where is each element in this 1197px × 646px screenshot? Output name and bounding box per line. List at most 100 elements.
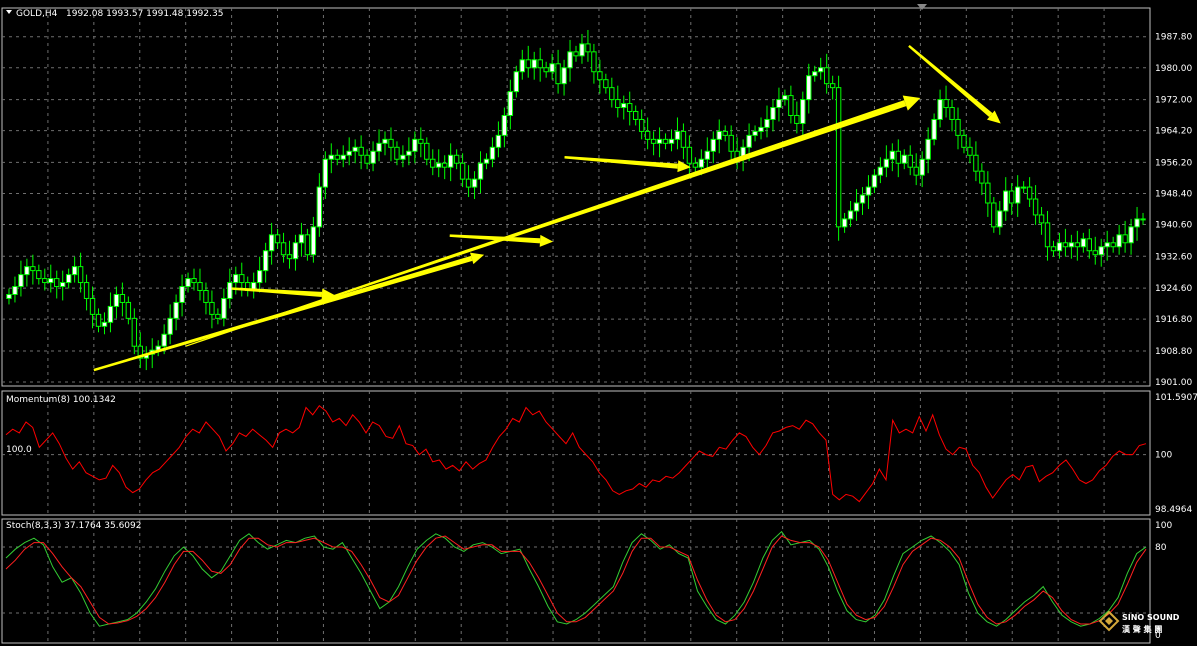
bear-candle-body bbox=[788, 95, 794, 116]
bear-candle-body bbox=[274, 234, 281, 244]
bull-candle-body bbox=[1104, 242, 1110, 248]
bear-candle-body bbox=[907, 154, 913, 168]
bull-candle-body bbox=[18, 274, 24, 288]
bull-candle-body bbox=[806, 75, 812, 101]
bear-candle-body bbox=[1122, 234, 1128, 244]
bear-candle-body bbox=[1062, 242, 1069, 248]
bull-candle-body bbox=[567, 51, 573, 69]
bull-candle-body bbox=[871, 174, 878, 188]
stochastic-label: Stoch(8,3,3) 37.1764 35.6092 bbox=[6, 521, 141, 531]
bear-candle-body bbox=[42, 278, 48, 284]
price-tick-label: 1932.60 bbox=[1155, 252, 1192, 262]
bull-candle-body bbox=[268, 234, 275, 252]
momentum-tick-label: 101.5907 bbox=[1155, 393, 1197, 403]
bull-candle-body bbox=[710, 138, 716, 152]
bull-candle-body bbox=[352, 146, 358, 152]
bull-candle-body bbox=[937, 99, 943, 120]
bear-candle-body bbox=[286, 254, 293, 260]
bear-candle-body bbox=[54, 278, 60, 288]
bull-candle-body bbox=[501, 114, 508, 136]
bear-candle-body bbox=[543, 67, 549, 73]
candle bbox=[835, 75, 842, 241]
price-tick-label: 1901.00 bbox=[1155, 378, 1192, 388]
price-header: GOLD,H4 1992.08 1993.57 1991.48 1992.35 bbox=[6, 9, 223, 19]
bull-candle-body bbox=[919, 158, 925, 176]
bull-candle-body bbox=[6, 293, 12, 299]
bear-candle-body bbox=[1032, 198, 1039, 216]
bear-candle-body bbox=[197, 282, 203, 292]
bull-candle-body bbox=[865, 186, 872, 196]
bear-candle-body bbox=[430, 158, 436, 168]
bull-candle-body bbox=[531, 59, 537, 69]
bear-candle-body bbox=[89, 297, 96, 315]
bear-candle-body bbox=[686, 146, 693, 164]
bull-candle-body bbox=[674, 130, 681, 140]
bull-candle-body bbox=[256, 270, 263, 284]
stochastic-tick-label: 80 bbox=[1155, 543, 1167, 553]
bull-candle-body bbox=[328, 154, 334, 160]
bear-candle-body bbox=[453, 154, 460, 164]
bear-candle-body bbox=[967, 146, 973, 156]
symbol-label: GOLD,H4 bbox=[16, 9, 58, 19]
bear-candle-body bbox=[1074, 242, 1081, 248]
bear-candle-body bbox=[30, 266, 36, 272]
momentum-tick-label: 100 bbox=[1155, 451, 1172, 461]
bull-candle-body bbox=[436, 162, 442, 168]
bear-candle-body bbox=[979, 170, 985, 184]
bull-candle-body bbox=[179, 286, 185, 303]
bull-candle-body bbox=[698, 158, 705, 168]
bull-candle-body bbox=[1020, 186, 1027, 189]
bear-candle-body bbox=[424, 142, 430, 160]
price-tick-label: 1956.20 bbox=[1155, 158, 1192, 168]
price-tick-label: 1987.80 bbox=[1155, 33, 1192, 43]
bull-candle-body bbox=[1080, 238, 1087, 248]
bull-candle-body bbox=[1098, 246, 1104, 256]
bear-candle-body bbox=[1009, 190, 1015, 204]
bull-candle-body bbox=[12, 286, 18, 295]
bull-candle-body bbox=[853, 202, 860, 212]
bull-candle-body bbox=[60, 282, 66, 288]
bull-candle-body bbox=[764, 118, 770, 128]
bear-candle-body bbox=[823, 67, 830, 85]
bear-candle-body bbox=[680, 130, 687, 148]
bull-candle-body bbox=[782, 95, 788, 101]
bear-candle-body bbox=[441, 162, 448, 168]
bear-candle-body bbox=[627, 103, 633, 113]
bull-candle-body bbox=[221, 297, 227, 319]
bull-candle-body bbox=[776, 99, 782, 109]
bull-candle-body bbox=[167, 317, 173, 335]
bear-candle-body bbox=[573, 51, 579, 57]
bull-candle-body bbox=[382, 138, 388, 144]
bear-candle-body bbox=[131, 317, 138, 347]
bull-candle-body bbox=[1128, 226, 1134, 244]
momentum-tick-label: 98.4964 bbox=[1155, 505, 1192, 515]
trading-chart[interactable]: 1987.80 1980.00 1972.00 1964.20 1956.20 1948.… bbox=[0, 0, 1197, 646]
bull-candle-body bbox=[262, 250, 269, 272]
bull-candle-body bbox=[489, 146, 496, 160]
bear-candle-body bbox=[644, 130, 651, 140]
bear-candle-body bbox=[280, 242, 287, 256]
bull-candle-body bbox=[370, 150, 376, 164]
bull-candle-body bbox=[340, 154, 346, 160]
bull-candle-body bbox=[1140, 218, 1146, 221]
bull-candle-body bbox=[812, 71, 818, 77]
bear-candle-body bbox=[394, 146, 400, 160]
price-tick-label: 1980.00 bbox=[1155, 64, 1192, 74]
bull-candle-body bbox=[298, 234, 305, 244]
bear-candle-body bbox=[77, 266, 84, 284]
logo-text-en: SINO SOUND bbox=[1122, 613, 1180, 622]
bull-candle-body bbox=[1014, 186, 1021, 204]
bull-candle-body bbox=[549, 63, 555, 73]
bull-candle-body bbox=[1116, 234, 1122, 248]
bear-candle-body bbox=[943, 99, 949, 109]
bear-candle-body bbox=[239, 274, 245, 284]
bull-candle-body bbox=[841, 218, 848, 228]
bear-candle-body bbox=[191, 278, 197, 284]
bull-candle-body bbox=[656, 138, 663, 144]
price-tick-label: 1908.80 bbox=[1155, 347, 1192, 357]
bear-candle-body bbox=[1092, 250, 1098, 256]
bear-candle-body bbox=[955, 118, 961, 136]
bull-candle-body bbox=[1068, 242, 1075, 248]
price-tick-label: 1964.20 bbox=[1155, 127, 1192, 137]
bull-candle-body bbox=[997, 210, 1003, 228]
